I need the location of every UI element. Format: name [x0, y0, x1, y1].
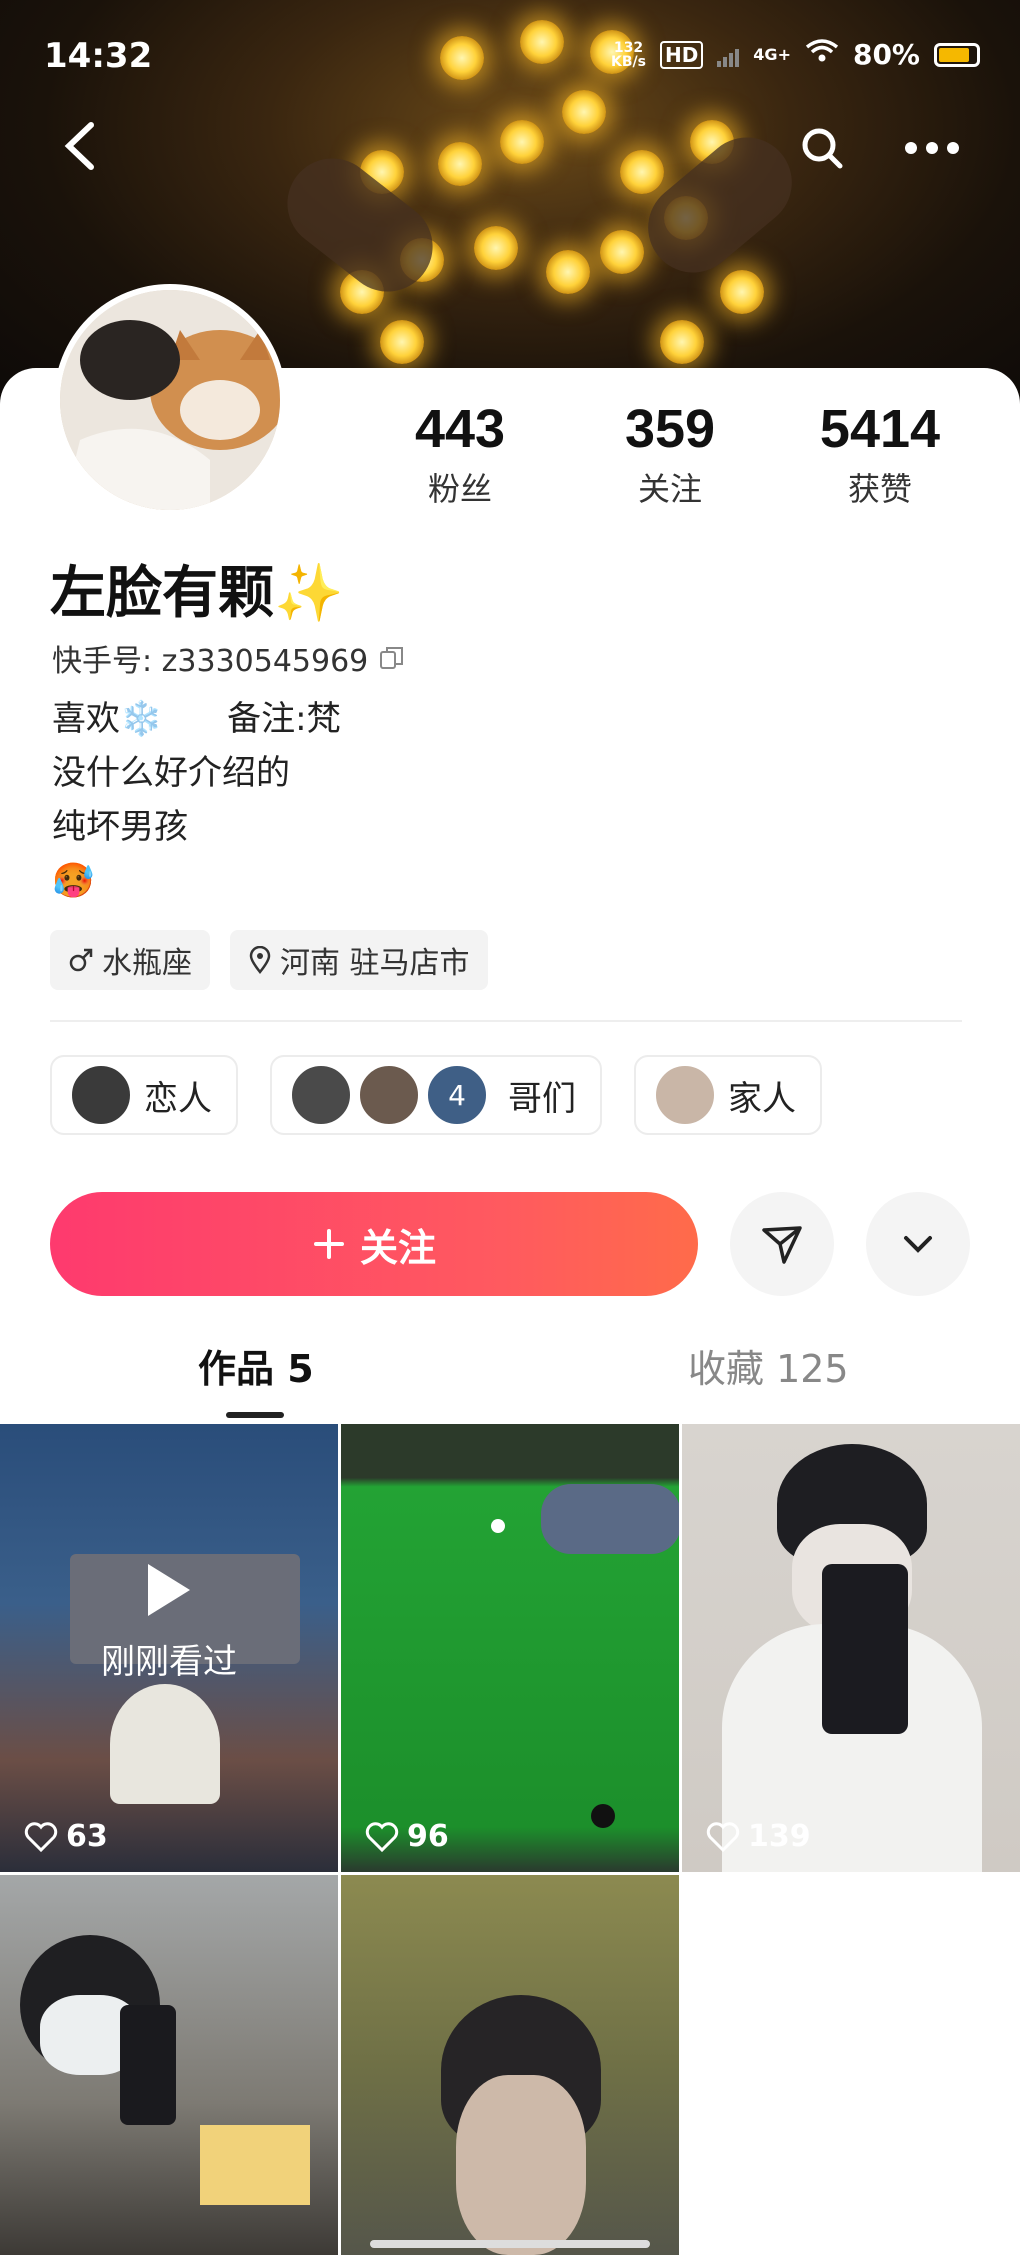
watched-label: 刚刚看过 [101, 1642, 237, 1682]
chevron-down-icon [904, 1236, 932, 1253]
profile-tags: 水瓶座 河南 驻马店市 [50, 930, 488, 990]
avatar[interactable] [54, 284, 286, 516]
plus-icon [313, 1229, 344, 1259]
bio-line: 喜欢❄️ 备注:梵 [52, 699, 341, 739]
copy-icon[interactable] [378, 644, 406, 672]
profile-stats: 443 粉丝 359 关注 5414 获赞 [360, 398, 980, 510]
group-avatar [358, 1064, 420, 1126]
group-avatar-count: 4 [426, 1064, 488, 1126]
like-count: 96 [365, 1819, 449, 1854]
group-label: 家人 [728, 1078, 796, 1119]
signal-icon [717, 43, 740, 67]
post-thumbnail[interactable] [341, 1875, 679, 2255]
post-thumbnail[interactable]: 96 [341, 1424, 679, 1872]
expand-button[interactable] [866, 1192, 970, 1296]
content-tabs: 作品 5 收藏 125 [0, 1338, 1020, 1418]
tag-label: 水瓶座 [102, 946, 192, 981]
tab-favorites[interactable]: 收藏 125 [688, 1338, 849, 1393]
search-button[interactable] [790, 116, 854, 180]
divider [50, 1020, 962, 1022]
like-number: 139 [748, 1819, 811, 1854]
more-dots-icon [905, 142, 959, 154]
stat-label: 关注 [637, 470, 702, 508]
profile-bio: 喜欢❄️ 备注:梵 没什么好介绍的 纯坏男孩 🥵 [52, 692, 341, 908]
net-speed: 132 KB/s [610, 39, 646, 70]
stat-number: 359 [624, 399, 716, 459]
stat-fans[interactable]: 443 粉丝 [360, 398, 560, 510]
tag-constellation: 水瓶座 [50, 930, 210, 990]
signal-4g-label: 4G+ [753, 45, 791, 64]
play-icon [148, 1564, 190, 1616]
group-bros[interactable]: 4 哥们 [270, 1055, 602, 1135]
post-thumbnail[interactable]: 139 [682, 1424, 1020, 1872]
group-avatar [70, 1064, 132, 1126]
stat-label: 粉丝 [427, 470, 492, 508]
group-label: 哥们 [508, 1078, 576, 1119]
like-number: 96 [407, 1819, 449, 1854]
wifi-icon [805, 38, 839, 71]
relation-groups: 恋人 4 哥们 家人 [50, 1055, 822, 1135]
search-icon [802, 128, 843, 169]
back-arrow-icon [64, 122, 94, 170]
profile-name: 左脸有颗✨ [50, 561, 344, 626]
group-lover[interactable]: 恋人 [50, 1055, 238, 1135]
like-number: 63 [66, 1819, 108, 1854]
profile-id-text: 快手号: z3330545969 [52, 644, 369, 679]
stat-label: 获赞 [847, 470, 912, 508]
male-icon [69, 948, 93, 972]
status-icons: 132 KB/s HD 4G+ 80% [611, 38, 980, 71]
tag-location: 河南 驻马店市 [230, 930, 488, 990]
stat-number: 5414 [819, 399, 941, 459]
stat-number: 443 [414, 399, 506, 459]
recently-watched: 刚刚看过 [0, 1564, 338, 1683]
tab-indicator [226, 1412, 284, 1418]
send-icon [762, 1226, 802, 1264]
stat-likes[interactable]: 5414 获赞 [780, 398, 980, 510]
status-bar: 14:32 132 KB/s HD 4G+ 80% [0, 0, 1020, 110]
heart-icon [365, 1821, 399, 1852]
bio-line: 🥵 [52, 861, 95, 901]
bio-line: 没什么好介绍的 [52, 753, 290, 793]
battery-percent: 80% [852, 38, 920, 71]
follow-label: 关注 [359, 1225, 436, 1270]
more-button[interactable] [900, 116, 964, 180]
back-button[interactable] [56, 116, 106, 176]
home-indicator [370, 2240, 650, 2248]
like-count: 63 [24, 1819, 108, 1854]
group-avatar [290, 1064, 352, 1126]
tab-works[interactable]: 作品 5 [198, 1338, 314, 1393]
tag-label: 河南 驻马店市 [280, 946, 470, 981]
hd-icon: HD [659, 40, 704, 69]
battery-icon [934, 42, 980, 67]
group-family[interactable]: 家人 [634, 1055, 822, 1135]
heart-icon [24, 1821, 58, 1852]
like-count: 139 [706, 1819, 811, 1854]
status-time: 14:32 [44, 36, 153, 76]
follow-button[interactable]: 关注 [50, 1192, 698, 1296]
post-thumbnail[interactable]: 刚刚看过 63 [0, 1424, 338, 1872]
bio-line: 纯坏男孩 [52, 807, 188, 847]
heart-icon [706, 1821, 740, 1852]
group-avatar [654, 1064, 716, 1126]
group-label: 恋人 [144, 1078, 212, 1119]
profile-id: 快手号: z3330545969 [52, 636, 406, 680]
post-thumbnail[interactable] [0, 1875, 338, 2255]
location-icon [249, 946, 271, 974]
share-button[interactable] [730, 1192, 834, 1296]
stat-following[interactable]: 359 关注 [570, 398, 770, 510]
